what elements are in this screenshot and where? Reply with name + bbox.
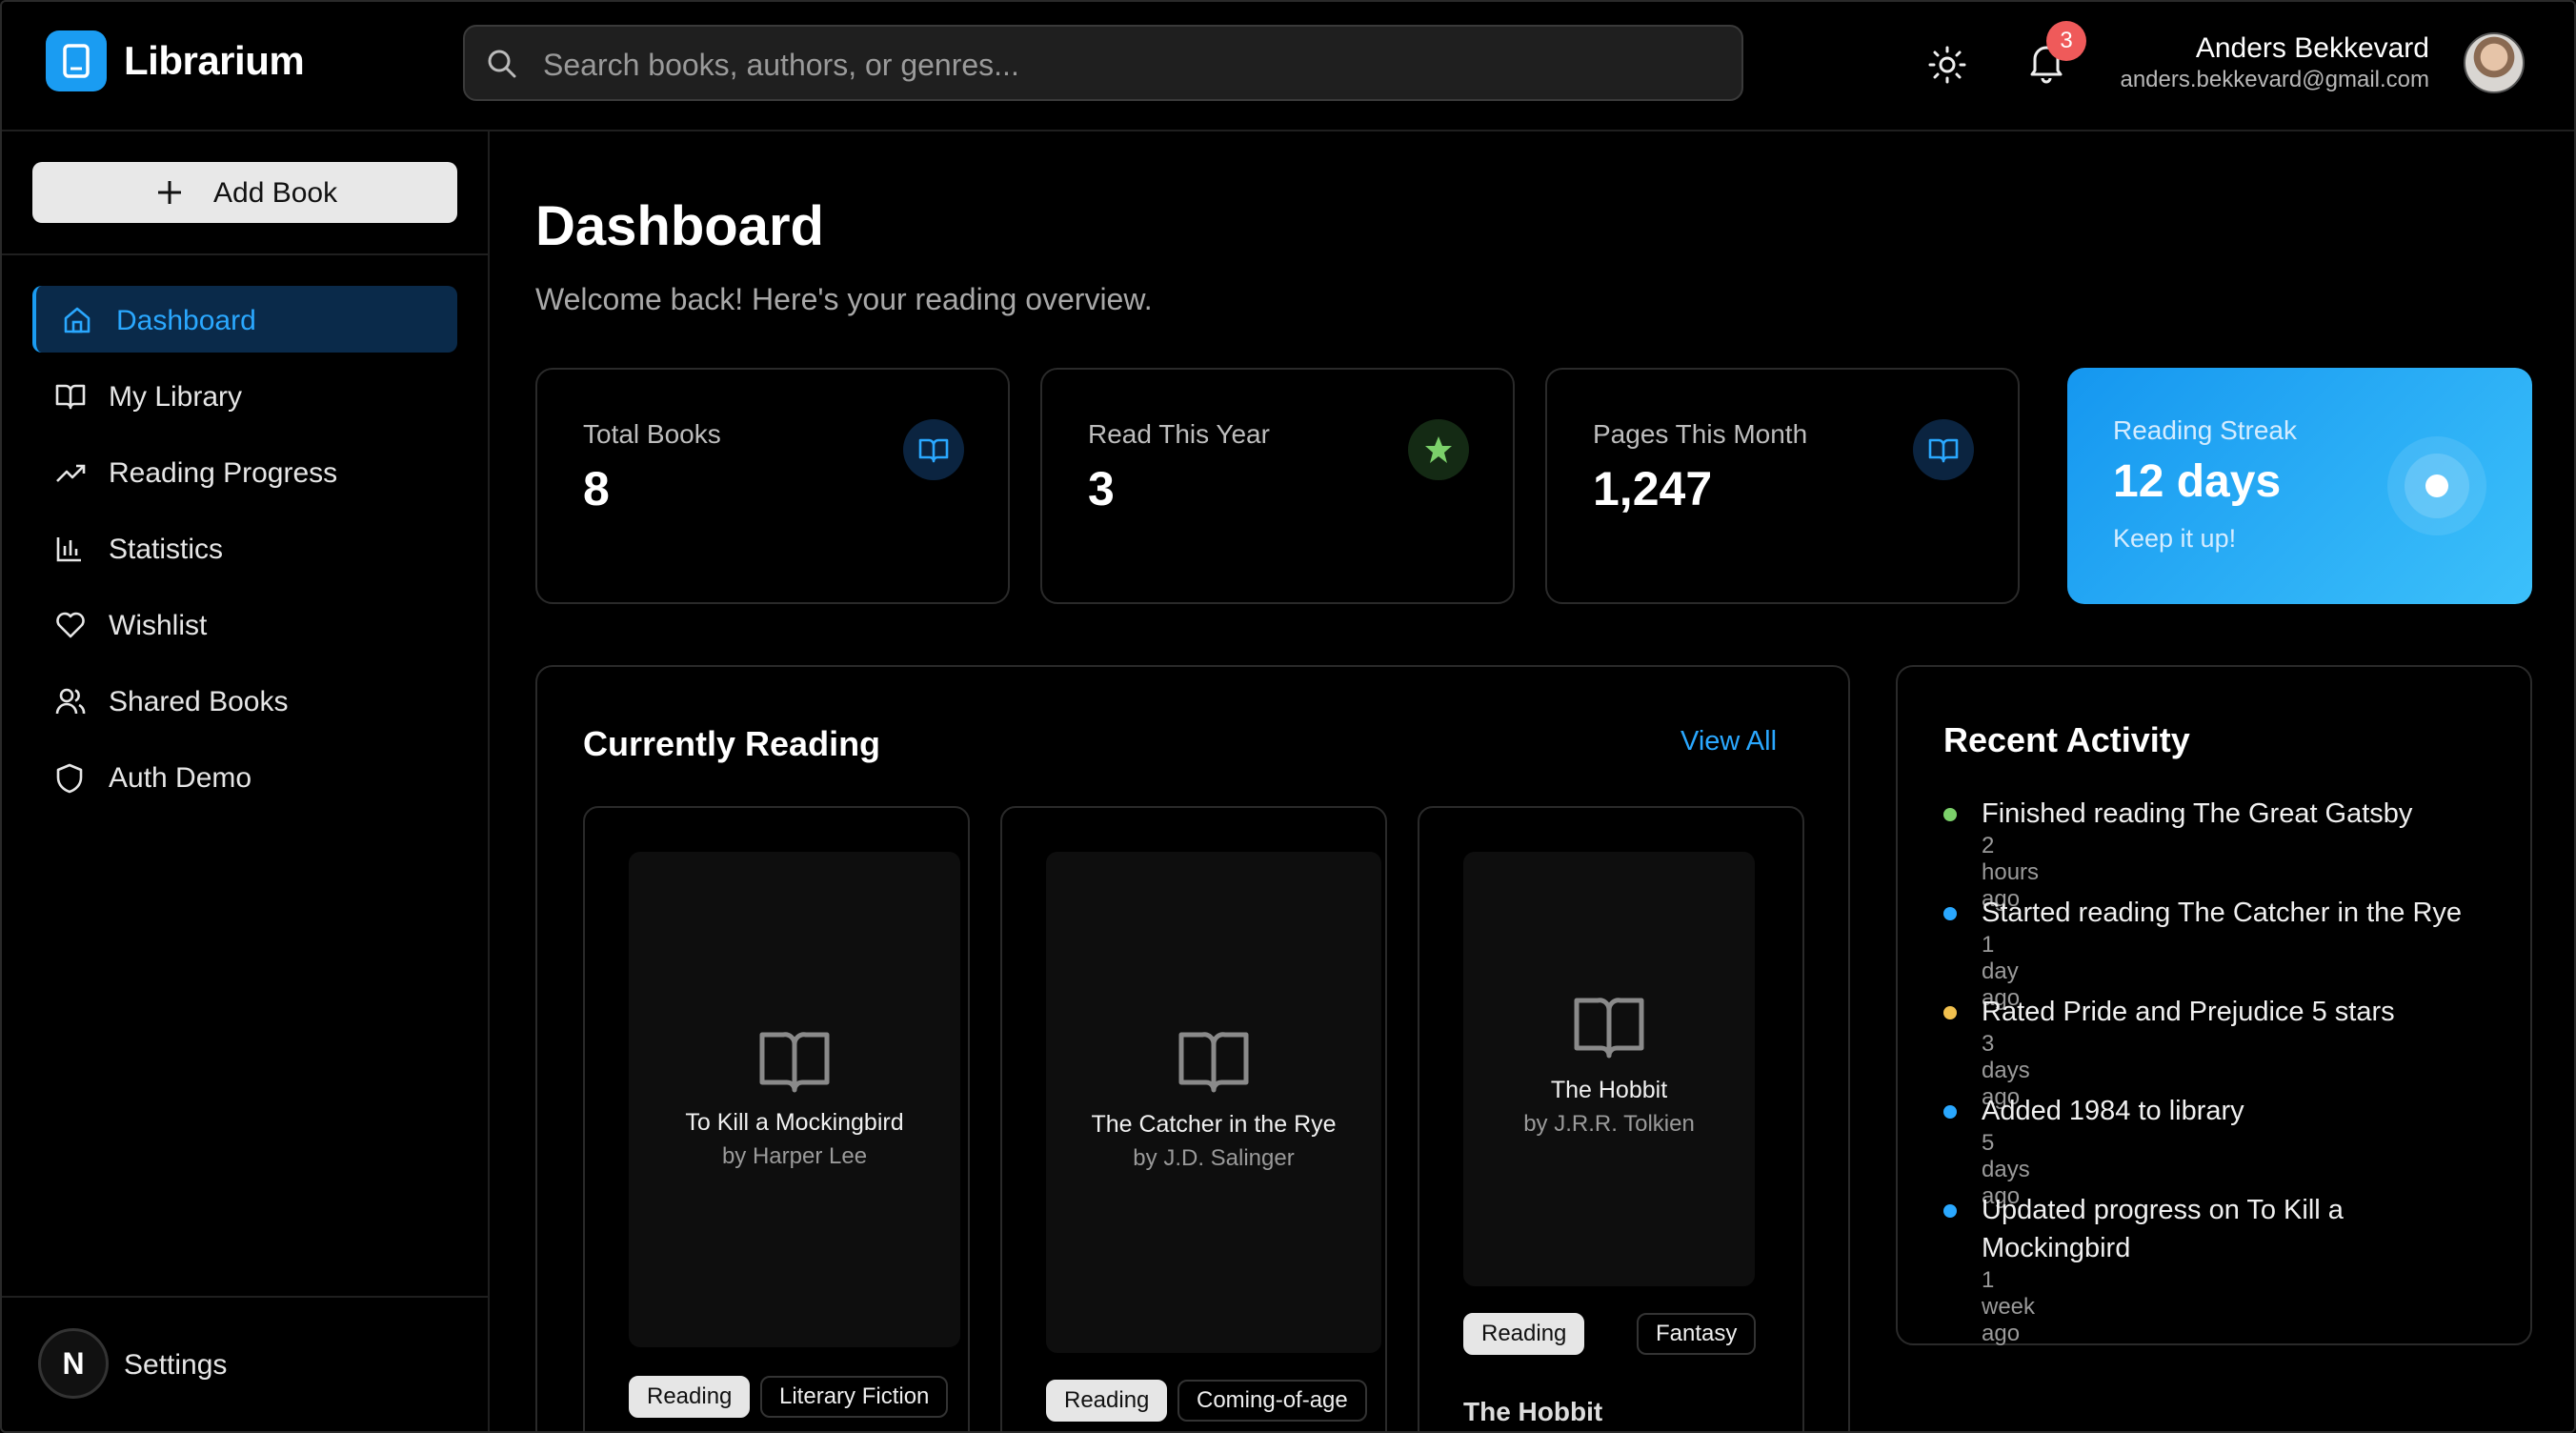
- book-card[interactable]: The Catcher in the Rye by J.D. Salinger …: [1000, 806, 1387, 1431]
- activity-text: Finished reading The Great Gatsby: [1982, 798, 2413, 829]
- notification-badge: 3: [2046, 21, 2086, 61]
- plus-icon: [158, 181, 181, 204]
- sidebar-item-shared-books[interactable]: Shared Books: [32, 667, 457, 734]
- stat-card-read-this-year: Read This Year 3: [1040, 368, 1515, 604]
- app-window: Librarium Search books, authors, or genr…: [0, 0, 2576, 1433]
- book-cover: The Hobbit by J.R.R. Tolkien: [1463, 852, 1755, 1286]
- book-title: The Hobbit: [1463, 1397, 1603, 1426]
- book-cover: The Catcher in the Rye by J.D. Salinger: [1046, 852, 1381, 1353]
- stat-title: Pages This Month: [1593, 419, 1808, 449]
- book-author: by Harper Lee: [721, 1143, 868, 1169]
- activity-dot: [1943, 1204, 1957, 1218]
- currently-reading-panel: Currently Reading View All To Kill a Moc…: [535, 665, 1850, 1431]
- stat-value: 1,247: [1593, 462, 1713, 515]
- add-book-button[interactable]: Add Book: [32, 162, 457, 223]
- user-name: Anders Bekkevard: [2195, 32, 2429, 64]
- app-name[interactable]: Librarium: [124, 38, 305, 84]
- add-book-label: Add Book: [213, 177, 338, 209]
- user-email: anders.bekkevard@gmail.com: [2120, 67, 2429, 92]
- stat-card-total-books: Total Books 8: [535, 368, 1010, 604]
- section-title: Recent Activity: [1943, 720, 2190, 759]
- genre-badge: Fantasy: [1637, 1313, 1757, 1355]
- activity-text: Updated progress on To Kill a Mockingbir…: [1982, 1195, 2344, 1263]
- status-badge: Reading: [1046, 1380, 1168, 1422]
- status-badge: Reading: [629, 1376, 751, 1418]
- sidebar-item-auth-demo[interactable]: Auth Demo: [32, 743, 457, 810]
- activity-text: Started reading The Catcher in the Rye: [1982, 898, 2463, 928]
- stat-title: Reading Streak: [2113, 415, 2298, 445]
- activity-dot: [1943, 808, 1957, 821]
- sidebar-item-label: Shared Books: [109, 686, 289, 717]
- sidebar-item-dashboard[interactable]: Dashboard: [32, 286, 457, 353]
- sidebar-item-reading-progress[interactable]: Reading Progress: [32, 438, 457, 505]
- book-title: To Kill a Mockingbird: [685, 1109, 904, 1136]
- users-icon: [55, 688, 86, 715]
- star-icon: [1408, 419, 1469, 480]
- sidebar-item-my-library[interactable]: My Library: [32, 362, 457, 429]
- settings-avatar[interactable]: N: [38, 1328, 109, 1399]
- sidebar-item-label: My Library: [109, 381, 243, 413]
- stat-card-pages-this-month: Pages This Month 1,247: [1545, 368, 2020, 604]
- stat-value: 8: [583, 462, 610, 515]
- book-card[interactable]: The Hobbit by J.R.R. Tolkien Reading Fan…: [1418, 806, 1804, 1431]
- activity-dot: [1943, 1105, 1957, 1119]
- book-open-icon: [55, 384, 86, 410]
- search-icon: [488, 50, 516, 78]
- book-open-icon: [903, 419, 964, 480]
- sidebar-item-label: Wishlist: [109, 610, 208, 641]
- view-all-link[interactable]: View All: [1680, 726, 1777, 757]
- stat-value: 12 days: [2113, 456, 2282, 507]
- activity-text: Added 1984 to library: [1982, 1096, 2244, 1126]
- stat-title: Total Books: [583, 419, 721, 449]
- activity-dot: [1943, 907, 1957, 920]
- sidebar-item-statistics[interactable]: Statistics: [32, 515, 457, 581]
- activity-time: 1 week ago: [1982, 1267, 2036, 1346]
- sidebar-item-label: Dashboard: [116, 305, 256, 336]
- trending-up-icon: [56, 464, 86, 482]
- book-open-icon: [759, 1032, 830, 1093]
- book-open-icon: [1178, 1032, 1249, 1093]
- activity-dot: [1943, 1006, 1957, 1019]
- search-input[interactable]: Search books, authors, or genres...: [463, 25, 1743, 101]
- book-author: by J.D. Salinger: [1133, 1145, 1295, 1171]
- sidebar-item-wishlist[interactable]: Wishlist: [32, 591, 457, 657]
- book-author: by J.R.R. Tolkien: [1523, 1111, 1695, 1137]
- shield-icon: [56, 763, 83, 794]
- page-subtitle: Welcome back! Here's your reading overvi…: [535, 282, 1153, 316]
- home-icon: [64, 307, 91, 333]
- stat-value: 3: [1088, 462, 1115, 515]
- recent-activity-panel: Recent Activity Finished reading The Gre…: [1896, 665, 2532, 1346]
- book-title: The Catcher in the Rye: [1091, 1111, 1337, 1138]
- sidebar: Add Book Dashboard My Library Reading Pr…: [2, 131, 490, 1431]
- streak-note: Keep it up!: [2113, 524, 2237, 553]
- sidebar-item-label: Reading Progress: [109, 457, 338, 489]
- top-bar: Librarium Search books, authors, or genr…: [2, 2, 2574, 131]
- sidebar-item-label: Auth Demo: [109, 762, 252, 794]
- search-placeholder: Search books, authors, or genres...: [543, 48, 1019, 82]
- status-badge: Reading: [1463, 1313, 1585, 1355]
- bar-chart-icon: [56, 537, 81, 562]
- avatar[interactable]: [2464, 32, 2525, 93]
- divider: [2, 253, 488, 255]
- book-title: The Hobbit: [1550, 1077, 1668, 1103]
- target-icon: [2387, 436, 2486, 535]
- page-title: Dashboard: [535, 195, 824, 257]
- section-title: Currently Reading: [583, 724, 881, 763]
- settings-link[interactable]: Settings: [124, 1349, 227, 1382]
- book-cover: To Kill a Mockingbird by Harper Lee: [629, 852, 960, 1347]
- logo-icon[interactable]: [46, 30, 107, 91]
- heart-icon: [56, 612, 85, 638]
- stat-title: Read This Year: [1088, 419, 1270, 449]
- genre-badge: Coming-of-age: [1177, 1380, 1367, 1422]
- book-card[interactable]: To Kill a Mockingbird by Harper Lee Read…: [583, 806, 970, 1431]
- activity-text: Rated Pride and Prejudice 5 stars: [1982, 997, 2395, 1027]
- divider: [2, 1296, 488, 1298]
- book-open-icon: [1574, 998, 1644, 1059]
- sidebar-item-label: Statistics: [109, 534, 224, 565]
- book-open-icon: [1913, 419, 1974, 480]
- genre-badge: Literary Fiction: [760, 1376, 949, 1418]
- theme-toggle-icon[interactable]: [1926, 44, 1968, 86]
- stat-card-reading-streak: Reading Streak 12 days Keep it up!: [2067, 368, 2532, 604]
